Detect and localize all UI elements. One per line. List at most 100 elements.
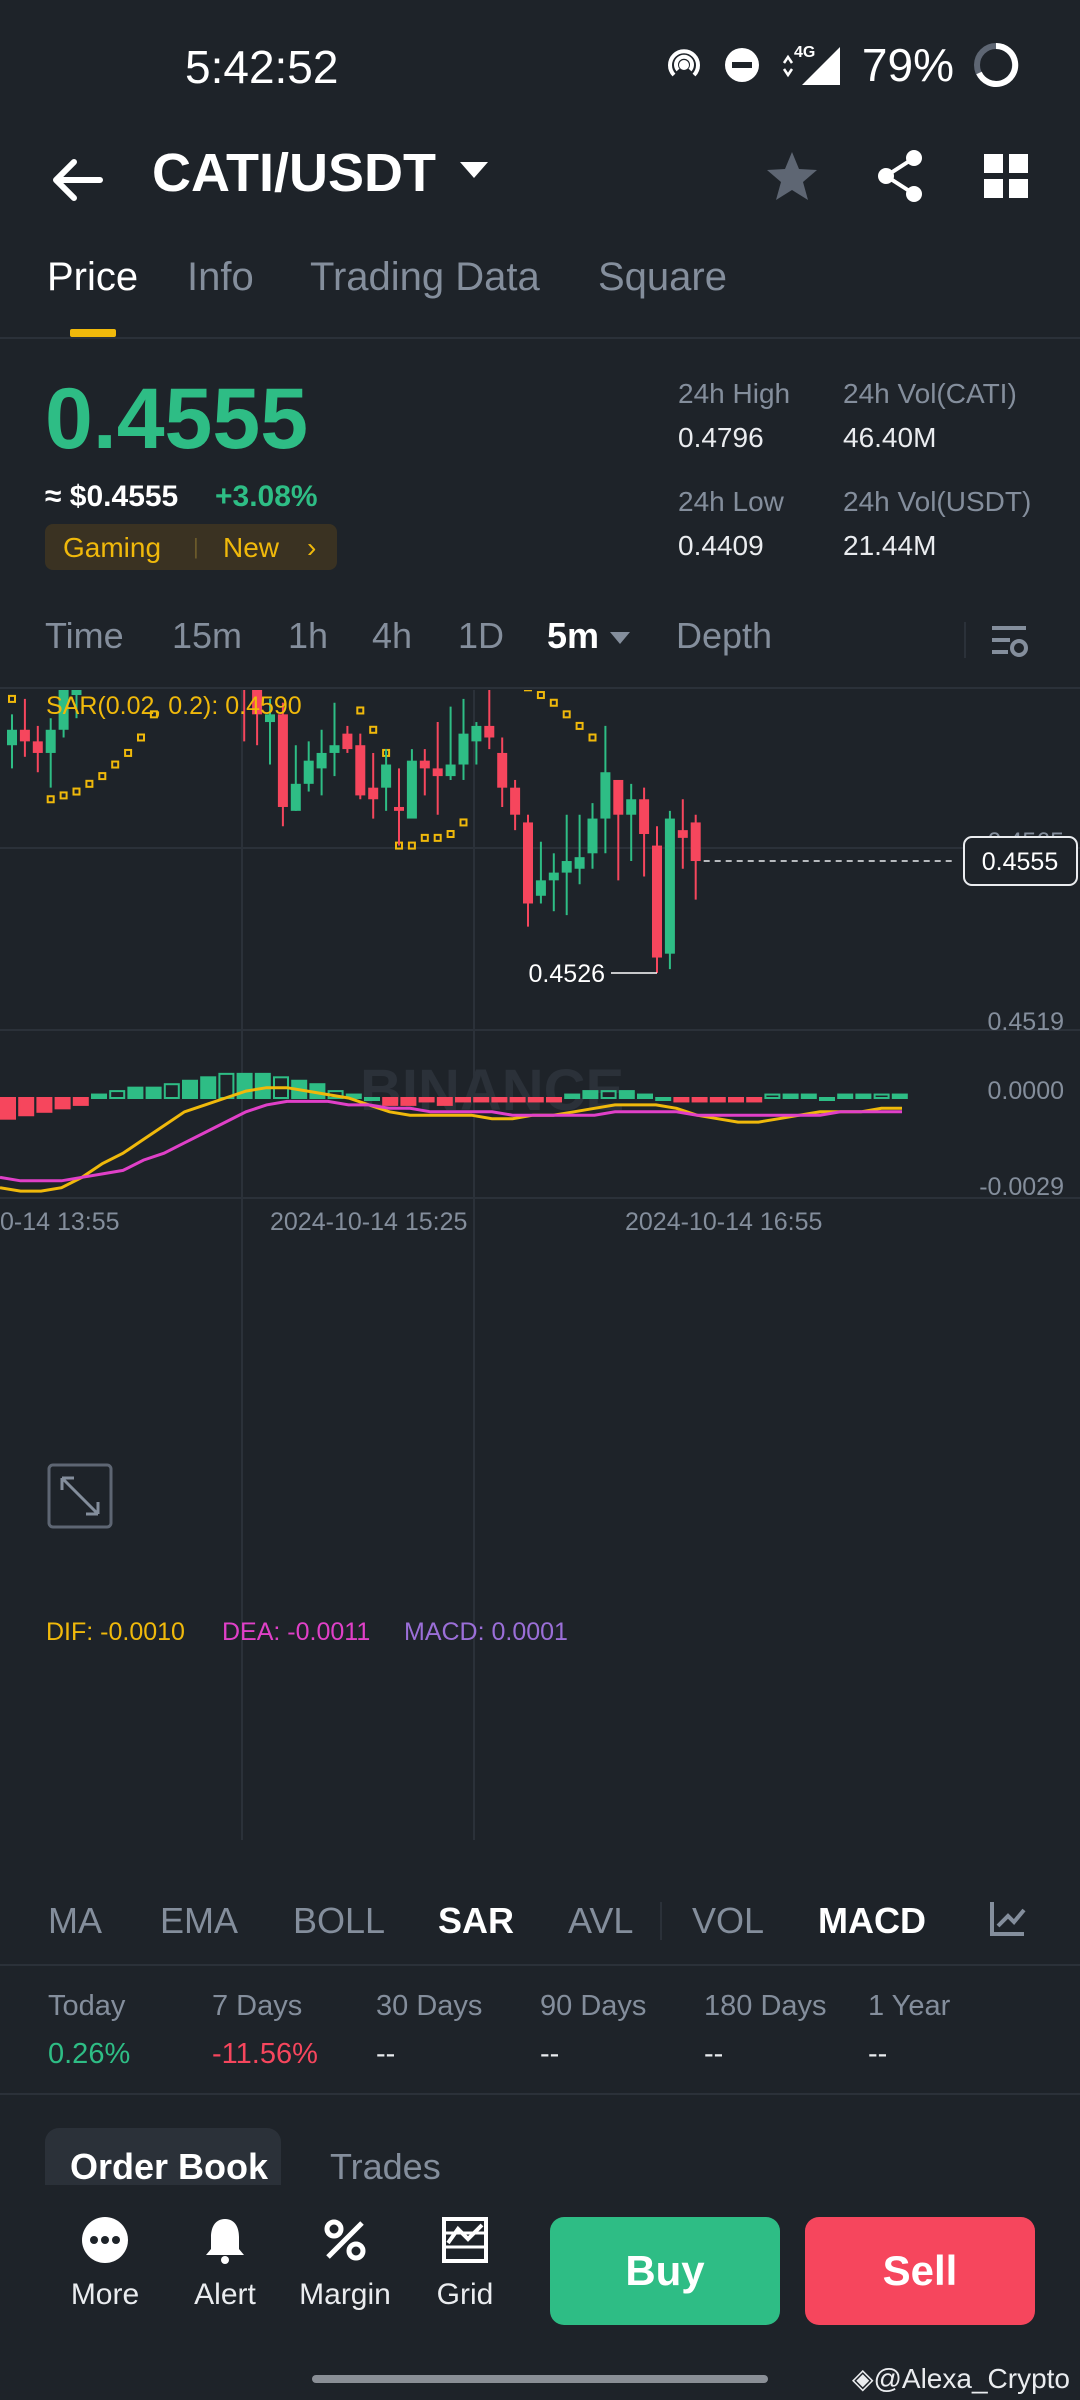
macd-bar bbox=[455, 1097, 471, 1103]
macd-bar bbox=[491, 1097, 508, 1103]
perf-1y-value: -- bbox=[868, 2038, 888, 2070]
more-label: More bbox=[70, 2278, 140, 2311]
hotspot-icon bbox=[667, 49, 700, 77]
indicator-ma[interactable]: MA bbox=[48, 1900, 102, 1942]
tab-trading-data[interactable]: Trading Data bbox=[310, 255, 540, 300]
pair-title[interactable]: CATI/USDT bbox=[152, 142, 436, 204]
macd-bar bbox=[655, 1097, 672, 1101]
sar-dot bbox=[446, 830, 455, 839]
macd-bar bbox=[54, 1097, 71, 1110]
vol-cati-label: 24h Vol(CATI) bbox=[843, 378, 1017, 409]
chevron-down-icon[interactable] bbox=[458, 154, 490, 186]
indicator-sar[interactable]: SAR bbox=[438, 1900, 514, 1942]
x-axis-tick: 0-14 13:55 bbox=[0, 1208, 120, 1236]
sar-dot bbox=[459, 818, 468, 827]
high-label: 24h High bbox=[678, 378, 791, 409]
candle-body bbox=[561, 861, 572, 873]
interval-1h[interactable]: 1h bbox=[288, 615, 328, 657]
interval-5m[interactable]: 5m bbox=[547, 615, 599, 657]
tag-gaming: Gaming bbox=[63, 532, 162, 563]
tab-price[interactable]: Price bbox=[47, 255, 138, 300]
candle-body bbox=[277, 714, 288, 807]
interval-4h[interactable]: 4h bbox=[372, 615, 412, 657]
macd-bar bbox=[800, 1093, 817, 1100]
high-value: 0.4796 bbox=[678, 422, 764, 453]
interval-dropdown-icon[interactable] bbox=[608, 628, 632, 648]
back-arrow-icon[interactable] bbox=[48, 150, 108, 210]
chart-settings-icon[interactable] bbox=[988, 620, 1030, 662]
macd-bar bbox=[527, 1097, 544, 1103]
sar-dot bbox=[137, 733, 145, 742]
indicator-bar: MA EMA BOLL SAR AVL VOL MACD bbox=[0, 1880, 1080, 1966]
sar-dot bbox=[111, 760, 120, 769]
home-indicator[interactable] bbox=[312, 2375, 768, 2383]
macd-bar bbox=[873, 1093, 890, 1100]
macd-bar bbox=[564, 1093, 581, 1100]
macd-bar bbox=[582, 1090, 599, 1100]
perf-1y-label: 1 Year bbox=[868, 1990, 951, 2022]
sar-dot bbox=[124, 748, 133, 757]
candle-body bbox=[626, 799, 637, 815]
macd-bar bbox=[36, 1097, 53, 1113]
macd-bar bbox=[182, 1079, 198, 1099]
margin-button[interactable]: Margin bbox=[290, 2215, 400, 2312]
vol-usdt-label: 24h Vol(USDT) bbox=[843, 486, 1032, 517]
sar-dot bbox=[72, 787, 81, 796]
macd-bar bbox=[673, 1097, 690, 1103]
sar-dot bbox=[536, 691, 545, 700]
tab-order-book-label: Order Book bbox=[70, 2146, 269, 2187]
margin-label: Margin bbox=[299, 2278, 391, 2311]
perf-180d-label: 180 Days bbox=[704, 1990, 827, 2022]
macd-bar bbox=[218, 1072, 235, 1099]
macd-bar bbox=[819, 1097, 835, 1101]
macd-bar bbox=[709, 1097, 726, 1103]
interval-15m[interactable]: 15m bbox=[172, 615, 242, 657]
bell-icon bbox=[206, 2219, 244, 2264]
candle-body bbox=[290, 783, 301, 811]
app-header: CATI/USDT bbox=[0, 130, 1080, 230]
indicator-vol[interactable]: VOL bbox=[692, 1900, 764, 1942]
grid-menu-icon[interactable] bbox=[974, 144, 1038, 208]
perf-7d-label: 7 Days bbox=[212, 1990, 303, 2022]
interval-time[interactable]: Time bbox=[45, 615, 124, 657]
perf-30d-label: 30 Days bbox=[376, 1990, 483, 2022]
tab-square[interactable]: Square bbox=[598, 255, 727, 300]
expand-icon[interactable] bbox=[47, 1463, 113, 1529]
star-icon[interactable] bbox=[760, 144, 824, 208]
category-tag[interactable]: Gaming | New › bbox=[45, 524, 337, 570]
interval-depth[interactable]: Depth bbox=[676, 615, 772, 657]
sell-button[interactable]: Sell bbox=[805, 2217, 1035, 2325]
indicator-boll[interactable]: BOLL bbox=[293, 1900, 385, 1942]
candle-body bbox=[510, 787, 521, 815]
alert-button[interactable]: Alert bbox=[170, 2215, 280, 2312]
tag-new: New bbox=[223, 532, 280, 563]
tab-info[interactable]: Info bbox=[187, 255, 254, 300]
author-watermark: ◈@Alexa_Crypto bbox=[852, 2362, 1070, 2395]
macd-bar bbox=[91, 1093, 107, 1100]
candlestick-chart[interactable]: BINANCE 0.0000-0.00290-14 13:55 2024-10-1… bbox=[0, 690, 1080, 1850]
macd-bar bbox=[618, 1090, 635, 1100]
interval-1d[interactable]: 1D bbox=[458, 615, 504, 657]
candle-body bbox=[394, 806, 404, 811]
candle-body bbox=[497, 752, 508, 788]
macd-bar bbox=[109, 1090, 126, 1100]
sar-dot bbox=[46, 795, 55, 804]
indicator-macd[interactable]: MACD bbox=[818, 1900, 926, 1942]
buy-button[interactable]: Buy bbox=[550, 2217, 780, 2325]
candle-body bbox=[535, 880, 546, 896]
indicator-settings-icon[interactable] bbox=[988, 1898, 1028, 1938]
grid-button[interactable]: Grid bbox=[410, 2215, 520, 2312]
indicator-ema[interactable]: EMA bbox=[160, 1900, 238, 1942]
tab-trades[interactable]: Trades bbox=[330, 2146, 441, 2188]
candle-body bbox=[303, 760, 314, 784]
more-button[interactable]: More bbox=[50, 2215, 160, 2312]
diamond-icon: ◈ bbox=[851, 2363, 874, 2394]
sar-dot bbox=[562, 710, 571, 719]
indicator-avl[interactable]: AVL bbox=[568, 1900, 633, 1942]
dea-label: DEA: -0.0011 bbox=[222, 1618, 370, 1646]
candle-body bbox=[548, 872, 559, 881]
sar-dot bbox=[98, 772, 107, 781]
dif-label: DIF: -0.0010 bbox=[46, 1618, 185, 1646]
share-icon[interactable] bbox=[868, 144, 932, 208]
more-icon bbox=[82, 2217, 128, 2263]
